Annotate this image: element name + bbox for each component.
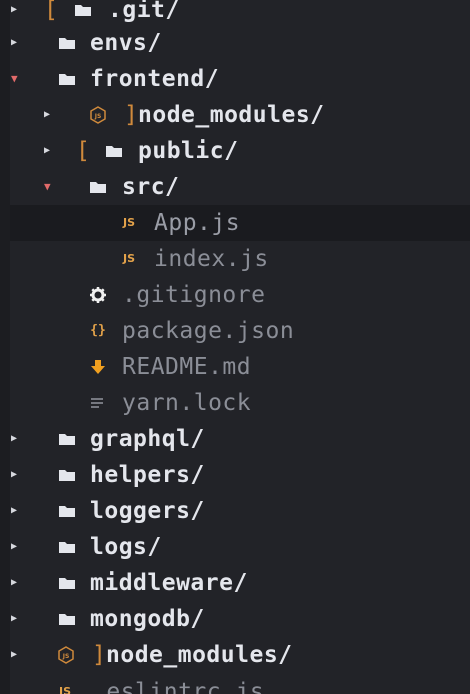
folder-icon bbox=[106, 146, 122, 157]
collapsed-arrow-icon[interactable]: ▶ bbox=[11, 25, 17, 61]
tree-row-middleware[interactable]: ▶ middleware/ bbox=[0, 565, 470, 601]
tree-row-envs[interactable]: ▶ envs/ bbox=[0, 25, 470, 61]
collapsed-arrow-icon[interactable]: ▶ bbox=[44, 133, 50, 169]
module-bracket-icon: ] bbox=[92, 642, 106, 668]
tree-row-node-modules[interactable]: ▶ JS ] node_modules/ bbox=[0, 637, 470, 673]
folder-icon bbox=[59, 38, 75, 49]
tree-row-readme[interactable]: README.md bbox=[0, 349, 470, 385]
module-bracket-icon: ] bbox=[124, 102, 138, 128]
collapsed-arrow-icon[interactable]: ▶ bbox=[11, 457, 17, 493]
js-icon: JS bbox=[122, 252, 135, 265]
tree-row-frontend-node-modules[interactable]: ▶ JS ] node_modules/ bbox=[0, 97, 470, 133]
folder-name: .git/ bbox=[108, 0, 180, 23]
expanded-arrow-icon[interactable]: ▼ bbox=[44, 169, 51, 205]
public-bracket-icon: [ bbox=[76, 138, 90, 164]
folder-icon bbox=[59, 614, 75, 625]
tree-row-package-json[interactable]: {} package.json bbox=[0, 313, 470, 349]
git-bracket-icon: [ bbox=[44, 0, 58, 23]
download-arrow-icon bbox=[91, 360, 105, 374]
collapsed-arrow-icon[interactable]: ▶ bbox=[44, 97, 50, 133]
collapsed-arrow-icon[interactable]: ▶ bbox=[11, 493, 17, 529]
tree-row-logs[interactable]: ▶ logs/ bbox=[0, 529, 470, 565]
tree-row-public[interactable]: ▶ [ public/ bbox=[0, 133, 470, 169]
collapsed-arrow-icon[interactable]: ▶ bbox=[11, 421, 17, 457]
folder-name: helpers/ bbox=[90, 462, 205, 488]
gear-icon bbox=[90, 287, 106, 303]
tree-row-yarn-lock[interactable]: yarn.lock bbox=[0, 385, 470, 421]
nodejs-icon: JS bbox=[58, 646, 74, 664]
lines-icon bbox=[91, 398, 103, 408]
expanded-arrow-icon[interactable]: ▼ bbox=[11, 61, 18, 97]
folder-open-icon bbox=[59, 74, 75, 85]
file-tree: ▶ [ .git/ ▶ envs/ ▼ frontend/ ▶ JS ] nod… bbox=[0, 0, 470, 694]
tree-row-loggers[interactable]: ▶ loggers/ bbox=[0, 493, 470, 529]
tree-row-frontend[interactable]: ▼ frontend/ bbox=[0, 61, 470, 97]
folder-name: middleware/ bbox=[90, 570, 248, 596]
folder-open-icon bbox=[90, 182, 106, 193]
tree-row-helpers[interactable]: ▶ helpers/ bbox=[0, 457, 470, 493]
folder-icon bbox=[59, 506, 75, 517]
folder-name: loggers/ bbox=[90, 498, 205, 524]
file-name: package.json bbox=[122, 318, 295, 344]
tree-row-index-js[interactable]: JS index.js bbox=[0, 241, 470, 277]
folder-name: frontend/ bbox=[90, 66, 220, 92]
tree-row-eslintrc[interactable]: JS .eslintrc.js bbox=[0, 674, 470, 694]
folder-name: public/ bbox=[138, 138, 239, 164]
folder-icon bbox=[75, 5, 91, 16]
folder-icon bbox=[59, 470, 75, 481]
file-name: README.md bbox=[122, 354, 252, 380]
folder-name: src/ bbox=[122, 174, 180, 200]
svg-text:JS: JS bbox=[94, 113, 102, 120]
tree-row-mongodb[interactable]: ▶ mongodb/ bbox=[0, 601, 470, 637]
file-name: yarn.lock bbox=[122, 390, 252, 416]
tree-row-app-js[interactable]: JS App.js bbox=[10, 205, 470, 241]
js-icon: JS bbox=[122, 216, 135, 229]
folder-name: logs/ bbox=[90, 534, 162, 560]
collapsed-arrow-icon[interactable]: ▶ bbox=[11, 0, 17, 28]
folder-name: envs/ bbox=[90, 30, 162, 56]
file-name: .gitignore bbox=[122, 282, 266, 308]
svg-text:JS: JS bbox=[62, 653, 70, 660]
json-icon: {} bbox=[90, 323, 106, 338]
collapsed-arrow-icon[interactable]: ▶ bbox=[11, 529, 17, 565]
tree-row-src[interactable]: ▼ src/ bbox=[0, 169, 470, 205]
folder-name: node_modules/ bbox=[106, 642, 293, 668]
file-name: index.js bbox=[154, 246, 269, 272]
collapsed-arrow-icon[interactable]: ▶ bbox=[11, 565, 17, 601]
collapsed-arrow-icon[interactable]: ▶ bbox=[11, 601, 17, 637]
folder-name: mongodb/ bbox=[90, 606, 205, 632]
nodejs-icon: JS bbox=[90, 106, 106, 124]
file-name: .eslintrc.js bbox=[92, 679, 265, 694]
folder-icon bbox=[59, 434, 75, 445]
tree-row-git[interactable]: ▶ [ .git/ bbox=[0, 0, 470, 28]
folder-name: graphql/ bbox=[90, 426, 205, 452]
folder-icon bbox=[59, 542, 75, 553]
js-icon: JS bbox=[58, 685, 71, 694]
collapsed-arrow-icon[interactable]: ▶ bbox=[11, 637, 17, 673]
tree-row-graphql[interactable]: ▶ graphql/ bbox=[0, 421, 470, 457]
folder-name: node_modules/ bbox=[138, 102, 325, 128]
file-name: App.js bbox=[154, 210, 241, 236]
folder-icon bbox=[59, 578, 75, 589]
tree-row-gitignore[interactable]: .gitignore bbox=[0, 277, 470, 313]
